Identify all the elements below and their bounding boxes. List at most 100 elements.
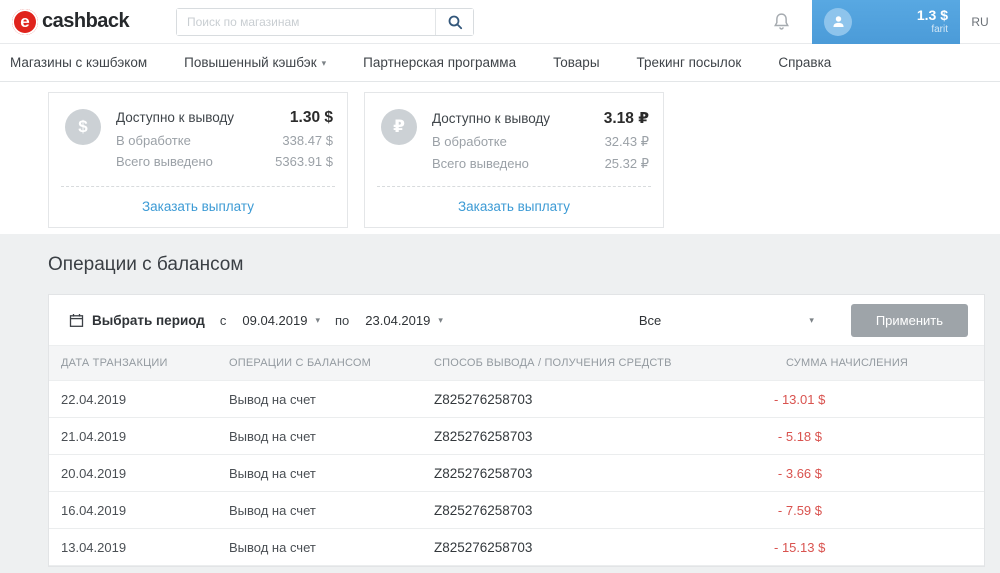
search-box [176,7,474,36]
nav-item-shops[interactable]: Магазины с кэшбэком [10,55,147,70]
main-nav: Магазины с кэшбэком Повышенный кэшбэк ▾ П… [0,44,1000,82]
nav-item-increased-cashback[interactable]: Повышенный кэшбэк ▾ [184,55,326,70]
balance-cards-band: $ Доступно к выводу 1.30 $ В обработке 3… [0,82,1000,234]
operation-type: Вывод на счет [229,539,316,555]
request-payout-link[interactable]: Заказать выплату [365,187,663,227]
date-from-value: 09.04.2019 [242,312,308,328]
date-to-select[interactable]: 23.04.2019 ▾ [365,313,443,328]
transaction-date: 20.04.2019 [61,465,127,481]
balance-label: Доступно к выводу [432,111,551,126]
nav-item-goods[interactable]: Товары [553,55,599,70]
withdrawal-method: Z825276258703 [434,465,533,481]
apply-button[interactable]: Применить [850,303,968,337]
operation-type-select[interactable]: Все ▾ [639,313,814,328]
nav-item-partner-program[interactable]: Партнерская программа [363,55,516,70]
balance-value: 1.30 $ [289,109,333,126]
balance-card-rub: ₽ Доступно к выводу 3.18 ₽ В обработке 3… [364,92,664,228]
withdrawal-method: Z825276258703 [434,502,533,518]
withdrawal-method: Z825276258703 [434,391,533,407]
balance-label: Всего выведено [116,154,213,169]
transaction-date: 21.04.2019 [61,428,127,444]
logo-text: cashback [42,10,130,32]
header: e cashback 1.3 $ farit RU [0,0,1000,44]
language-selector[interactable]: RU [960,15,1000,29]
amount: - 7.59 $ [777,502,822,518]
column-header-operation: ОПЕРАЦИИ С БАЛАНСОМ [229,357,372,369]
from-label: с [219,312,227,328]
chevron-down-icon: ▾ [809,314,814,325]
filter-bar: Выбрать период с 09.04.2019 ▾ по 23.04.2… [49,295,984,345]
transaction-date: 22.04.2019 [61,391,127,407]
withdrawal-method: Z825276258703 [434,428,533,444]
table-row: 20.04.2019 Вывод на счет Z825276258703 -… [49,455,984,492]
amount: - 13.01 $ [774,391,826,407]
request-payout-link[interactable]: Заказать выплату [49,187,347,227]
nav-item-help[interactable]: Справка [778,55,831,70]
table-row: 13.04.2019 Вывод на счет Z825276258703 -… [49,529,984,566]
balance-card-usd: $ Доступно к выводу 1.30 $ В обработке 3… [48,92,348,228]
column-header-amount: СУММА НАЧИСЛЕНИЯ [786,357,909,369]
user-name: farit [931,23,948,35]
balance-row-withdrawn: Всего выведено 25.32 ₽ [432,156,649,172]
column-header-date: ДАТА ТРАНЗАКЦИИ [61,357,168,369]
chevron-down-icon: ▾ [315,314,320,325]
logo[interactable]: e cashback [12,8,162,35]
nav-item-parcel-tracking[interactable]: Трекинг посылок [637,55,742,70]
date-from-select[interactable]: 09.04.2019 ▾ [242,313,320,328]
user-badge[interactable]: 1.3 $ farit [812,0,960,44]
dollar-currency-icon: $ [65,109,101,145]
operation-type-value: Все [638,312,662,328]
calendar-icon [69,313,84,328]
balance-value: 25.32 ₽ [604,156,649,171]
balance-row-processing: В обработке 338.47 $ [116,133,333,148]
table-row: 16.04.2019 Вывод на счет Z825276258703 -… [49,492,984,529]
period-label: Выбрать период [92,312,205,328]
amount: - 5.18 $ [777,428,822,444]
balance-label: В обработке [116,133,191,148]
to-label: по [335,312,350,328]
table-row: 21.04.2019 Вывод на счет Z825276258703 -… [49,418,984,455]
operation-type: Вывод на счет [229,465,316,481]
date-to-value: 23.04.2019 [365,312,431,328]
card-rows: Доступно к выводу 3.18 ₽ В обработке 32.… [432,109,649,178]
balance-label: Всего выведено [432,156,529,171]
balance-row-available: Доступно к выводу 3.18 ₽ [432,109,649,128]
column-header-method: СПОСОБ ВЫВОДА / ПОЛУЧЕНИЯ СРЕДСТВ [434,357,672,369]
transaction-date: 16.04.2019 [61,502,127,518]
operation-type: Вывод на счет [229,502,316,518]
chevron-down-icon: ▾ [438,314,443,325]
balance-value: 5363.91 $ [275,154,333,169]
balance-row-withdrawn: Всего выведено 5363.91 $ [116,154,333,169]
balance-label: В обработке [432,134,507,149]
user-balance: 1.3 $ [916,7,948,24]
search-icon[interactable] [435,8,473,35]
chevron-down-icon: ▾ [321,58,327,68]
logo-letter: e [20,11,30,31]
withdrawal-method: Z825276258703 [434,539,533,555]
ruble-currency-icon: ₽ [381,109,417,145]
operation-type: Вывод на счет [229,428,316,444]
card-rows: Доступно к выводу 1.30 $ В обработке 338… [116,109,333,178]
page-title: Операции с балансом [48,254,244,275]
balance-value: 338.47 $ [282,133,333,148]
operations-panel: Выбрать период с 09.04.2019 ▾ по 23.04.2… [48,294,985,567]
table-row: 22.04.2019 Вывод на счет Z825276258703 -… [49,381,984,418]
balance-value: 3.18 ₽ [603,110,649,127]
table-header-row: ДАТА ТРАНЗАКЦИИ ОПЕРАЦИИ С БАЛАНСОМ СПОС… [49,345,984,381]
balance-value: 32.43 ₽ [604,134,649,149]
user-meta: 1.3 $ farit [916,7,948,35]
card-top: $ Доступно к выводу 1.30 $ В обработке 3… [49,93,347,186]
search-input[interactable] [177,8,435,35]
card-top: ₽ Доступно к выводу 3.18 ₽ В обработке 3… [365,93,663,186]
notifications-bell-icon[interactable] [773,12,790,31]
amount: - 3.66 $ [777,465,822,481]
balance-row-processing: В обработке 32.43 ₽ [432,134,649,150]
balance-label: Доступно к выводу [116,110,235,125]
avatar [824,7,852,36]
operation-type: Вывод на счет [229,391,316,407]
amount: - 15.13 $ [774,539,826,555]
transaction-date: 13.04.2019 [61,539,127,555]
logo-icon: e [12,8,38,35]
balance-row-available: Доступно к выводу 1.30 $ [116,109,333,127]
nav-item-label: Повышенный кэшбэк [184,55,317,70]
